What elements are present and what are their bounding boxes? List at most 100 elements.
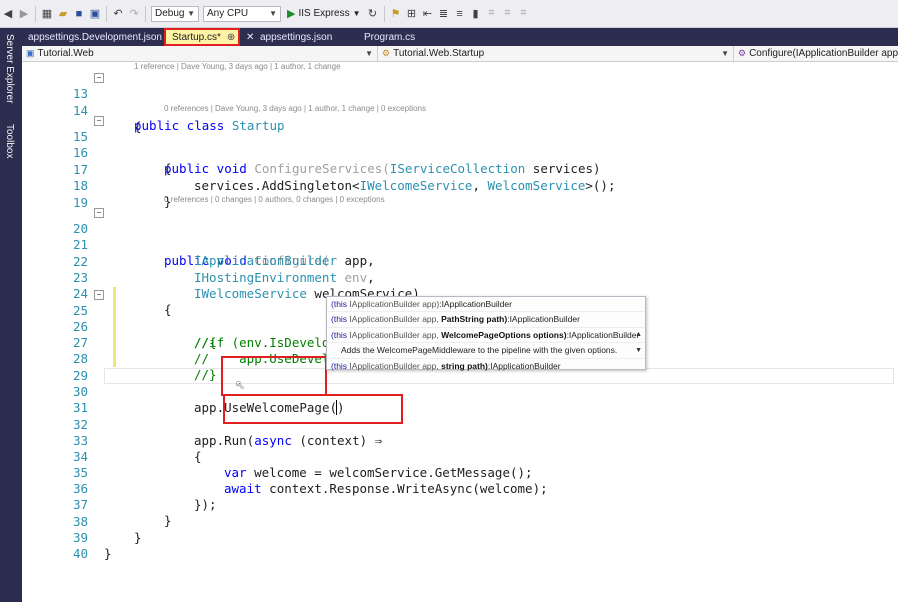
code-line: 16 { bbox=[22, 129, 898, 176]
return-type: :IApplicationBuilder bbox=[487, 360, 561, 371]
open-folder-icon[interactable]: ▰ bbox=[56, 6, 70, 22]
code-line: 37 } bbox=[22, 481, 898, 528]
overload-item[interactable]: (this IApplicationBuilder app, string pa… bbox=[327, 359, 645, 373]
new-project-icon[interactable]: ▦ bbox=[40, 6, 54, 22]
current-param: WelcomePageOptions options) bbox=[441, 329, 567, 340]
redo-icon[interactable]: ↷ bbox=[127, 6, 141, 22]
configuration-value: Debug bbox=[155, 8, 185, 19]
run-button[interactable]: ▶ IIS Express ▼ bbox=[287, 7, 361, 20]
code-line: 24 { bbox=[22, 270, 898, 317]
uncomment-icon[interactable]: ≡ bbox=[453, 6, 467, 22]
description-text: Adds the WelcomePageMiddleware to the pi… bbox=[341, 345, 618, 356]
overload-item[interactable]: (this IApplicationBuilder app, WelcomePa… bbox=[327, 328, 645, 344]
configuration-dropdown[interactable]: Debug ▼ bbox=[151, 5, 199, 22]
project-dropdown[interactable]: ▣ Tutorial.Web ▼ bbox=[22, 46, 378, 61]
code-line: 18 } bbox=[22, 162, 898, 209]
member-value: Configure(IApplicationBuilder app, IHost bbox=[749, 48, 898, 59]
class-icon: ⚙ bbox=[382, 48, 391, 58]
bookmark-icon[interactable]: ⊞ bbox=[405, 6, 419, 22]
undo-icon[interactable]: ↶ bbox=[111, 6, 125, 22]
chevron-down-icon: ▼ bbox=[365, 49, 373, 58]
forward-icon[interactable]: ▶ bbox=[17, 6, 31, 22]
pin-icon[interactable]: ⊕ bbox=[227, 32, 235, 43]
save-icon[interactable]: ■ bbox=[72, 6, 86, 22]
param-text: IApplicationBuilder app) bbox=[347, 299, 440, 309]
current-param: string path) bbox=[441, 360, 488, 371]
code-line: 21 IApplicationBuilder app, bbox=[22, 221, 898, 268]
comment-icon[interactable]: ≣ bbox=[437, 6, 451, 22]
method-icon: ⚙ bbox=[738, 48, 747, 58]
overload-item[interactable]: (this IApplicationBuilder app, PathStrin… bbox=[327, 312, 645, 328]
codelens-configure-services[interactable]: 0 references | Dave Young, 3 days ago | … bbox=[164, 104, 426, 113]
code-line: 38 } bbox=[22, 498, 898, 545]
collapse-icon[interactable]: − bbox=[94, 116, 104, 126]
type-dropdown[interactable]: ⚙ Tutorial.Web.Startup ▼ bbox=[378, 46, 734, 61]
save-all-icon[interactable]: ▣ bbox=[88, 6, 102, 22]
return-type: :IApplicationBuilder bbox=[566, 329, 640, 340]
csharp-project-icon: ▣ bbox=[26, 48, 35, 58]
tab-program[interactable]: Program.cs bbox=[350, 28, 428, 46]
server-explorer-tab[interactable]: Server Explorer bbox=[4, 34, 15, 103]
code-line: 34 var welcome = welcomService.GetMessag… bbox=[22, 433, 898, 480]
next-bookmark-icon[interactable]: ⌗ bbox=[501, 6, 515, 22]
clear-bookmarks-icon[interactable]: ⌗ bbox=[517, 6, 531, 22]
keyword: (this bbox=[331, 360, 348, 371]
collapse-icon[interactable]: − bbox=[94, 208, 104, 218]
code-line: 35 await context.Response.WriteAsync(wel… bbox=[22, 449, 898, 496]
code-line: 17 services.AddSingleton<IWelcomeService… bbox=[22, 146, 898, 193]
tab-label: appsettings.json bbox=[260, 31, 333, 43]
main-toolbar: ◀ ▶ ▦ ▰ ■ ▣ ↶ ↷ Debug ▼ Any CPU ▼ ▶ IIS … bbox=[0, 0, 898, 28]
return-type: :IApplicationBuilder bbox=[439, 299, 512, 309]
annotation-box-run-async bbox=[223, 394, 403, 424]
tab-appsettings-development[interactable]: appsettings.Development.json bbox=[22, 28, 164, 46]
type-value: Tutorial.Web.Startup bbox=[393, 48, 485, 59]
tab-appsettings[interactable]: appsettings.json bbox=[254, 28, 350, 46]
intellisense-overloads-popup[interactable]: (this IApplicationBuilder app):IApplicat… bbox=[326, 296, 646, 373]
code-line: 32 app.Run(async (context) ⇒ bbox=[22, 401, 898, 448]
chevron-down-icon: ▼ bbox=[352, 9, 361, 18]
toolbox-tab[interactable]: Toolbox bbox=[4, 124, 15, 158]
toolbar-separator bbox=[383, 5, 385, 22]
play-icon: ▶ bbox=[287, 8, 296, 20]
prev-bookmark-icon[interactable]: ⌗ bbox=[485, 6, 499, 22]
return-type: :IApplicationBuilder bbox=[507, 314, 580, 325]
code-line: 33 { bbox=[22, 417, 898, 464]
platform-dropdown[interactable]: Any CPU ▼ bbox=[203, 5, 281, 22]
back-icon[interactable]: ◀ bbox=[1, 6, 15, 22]
code-line: 19 bbox=[22, 179, 898, 210]
codelens-configure[interactable]: 0 references | 0 changes | 0 authors, 0 … bbox=[164, 195, 385, 204]
tab-startup[interactable]: Startup.cs* ⊕ bbox=[164, 28, 240, 46]
collapse-icon[interactable]: − bbox=[94, 290, 104, 300]
code-line: 22 IHostingEnvironment env, bbox=[22, 238, 898, 285]
find-icon[interactable]: ⚑ bbox=[389, 6, 403, 22]
flag-icon[interactable]: ▮ bbox=[469, 6, 483, 22]
collapse-icon[interactable]: − bbox=[94, 73, 104, 83]
scroll-down-icon[interactable]: ▼ bbox=[635, 344, 642, 357]
tab-label: Program.cs bbox=[364, 31, 416, 43]
tab-label: appsettings.Development.json bbox=[28, 31, 162, 43]
param-text: IApplicationBuilder app, bbox=[347, 329, 442, 340]
param-text: IApplicationBuilder app, bbox=[347, 314, 442, 325]
chevron-down-icon: ▼ bbox=[187, 9, 195, 18]
overload-item[interactable]: (this IApplicationBuilder app):IApplicat… bbox=[327, 297, 645, 313]
platform-value: Any CPU bbox=[207, 8, 249, 19]
toolbar-separator bbox=[106, 5, 107, 22]
code-line: 15 − public void ConfigureServices(IServ… bbox=[22, 113, 898, 176]
refresh-icon[interactable]: ↻ bbox=[366, 6, 380, 22]
toolbar-separator bbox=[145, 5, 146, 22]
code-line: 31 bbox=[22, 384, 898, 415]
code-line: 36 }); bbox=[22, 465, 898, 512]
run-label: IIS Express bbox=[298, 8, 350, 19]
scroll-up-icon[interactable]: ▲ bbox=[635, 328, 642, 342]
current-param: PathString path) bbox=[441, 314, 508, 325]
member-dropdown[interactable]: ⚙ Configure(IApplicationBuilder app, IHo… bbox=[734, 46, 898, 61]
project-value: Tutorial.Web bbox=[37, 48, 94, 59]
param-text: IApplicationBuilder app, bbox=[347, 360, 442, 371]
step-icon[interactable]: ⇤ bbox=[421, 6, 435, 22]
overload-description: Adds the WelcomePageMiddleware to the pi… bbox=[327, 343, 645, 359]
close-icon[interactable]: ✕ bbox=[240, 28, 254, 46]
keyword: (this bbox=[331, 299, 348, 309]
code-line: 40 bbox=[22, 530, 898, 561]
code-line: 20 − public void Configure( bbox=[22, 205, 898, 268]
code-line: 23 IWelcomeService welcomService) bbox=[22, 254, 898, 301]
